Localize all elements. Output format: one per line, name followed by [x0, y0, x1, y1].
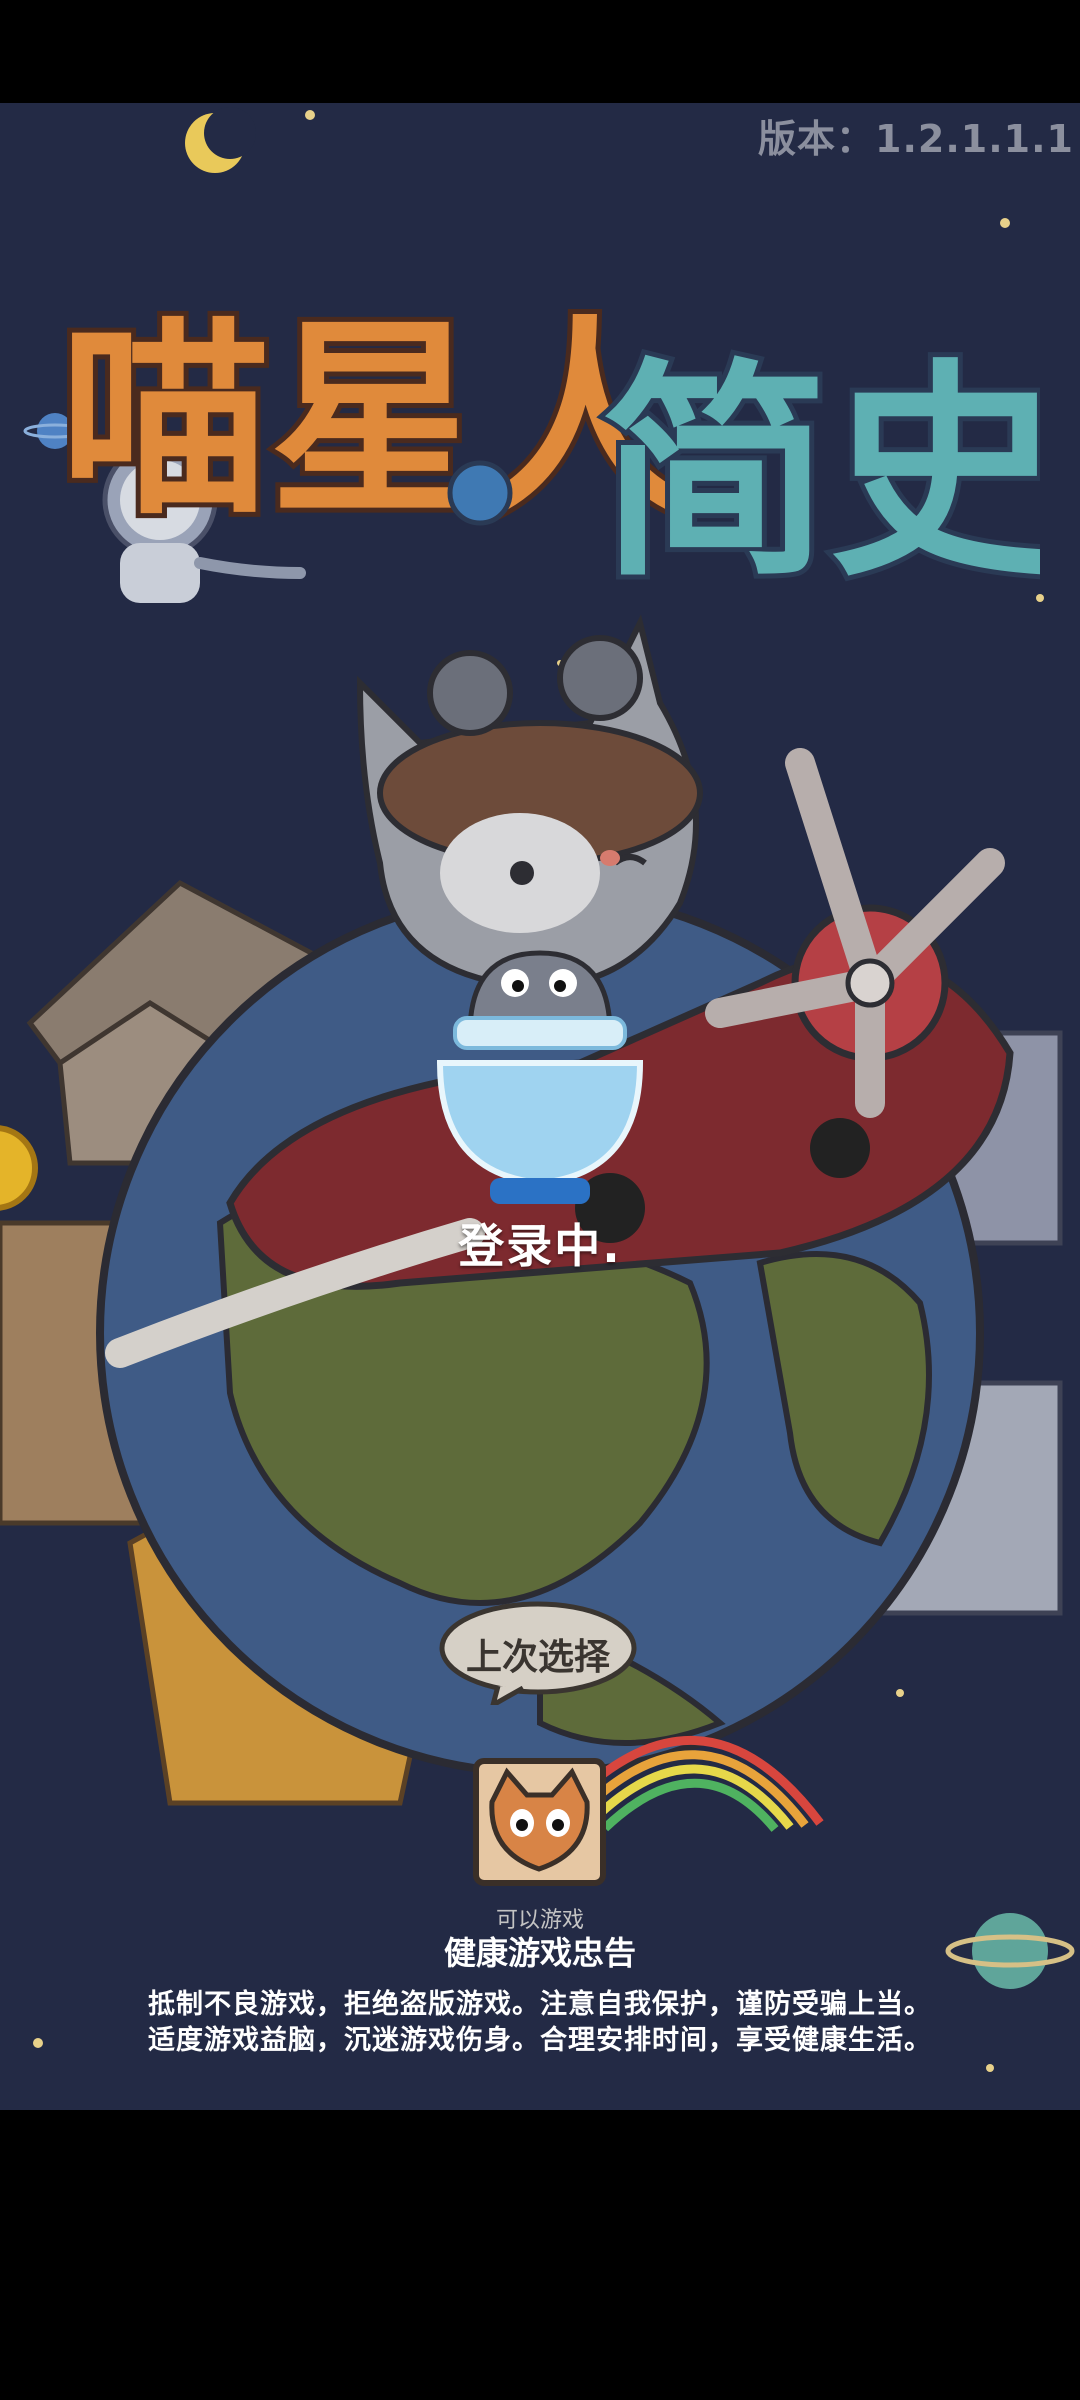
health-advisory-line-2: 适度游戏益脑，沉迷游戏伤身。合理安排时间，享受健康生活。 — [148, 2025, 932, 2056]
navigation-bar-area — [0, 2110, 1080, 2400]
coin-icon — [0, 1125, 38, 1211]
login-status-text: 登录中. — [458, 1219, 622, 1273]
version-label: 版本：1.2.1.1.1 — [758, 117, 1074, 161]
health-advisory-line-1: 抵制不良游戏，拒绝盗版游戏。注意自我保护，谨防受骗上当。 — [148, 1989, 932, 2020]
cat-avatar-icon[interactable] — [472, 1757, 607, 1887]
status-bar-area — [0, 0, 1080, 103]
pilot-cat — [356, 614, 703, 990]
last-choice-button[interactable]: 上次选择 — [438, 1600, 638, 1711]
game-title-logo: 喵星人 简史 — [55, 293, 1040, 613]
svg-text:简史: 简史 — [600, 341, 1040, 608]
moon-icon — [185, 107, 256, 173]
svg-text:喵星人: 喵星人 — [60, 298, 690, 543]
health-advisory-title: 健康游戏忠告 — [443, 1934, 636, 1972]
last-choice-label: 上次选择 — [465, 1637, 610, 1678]
